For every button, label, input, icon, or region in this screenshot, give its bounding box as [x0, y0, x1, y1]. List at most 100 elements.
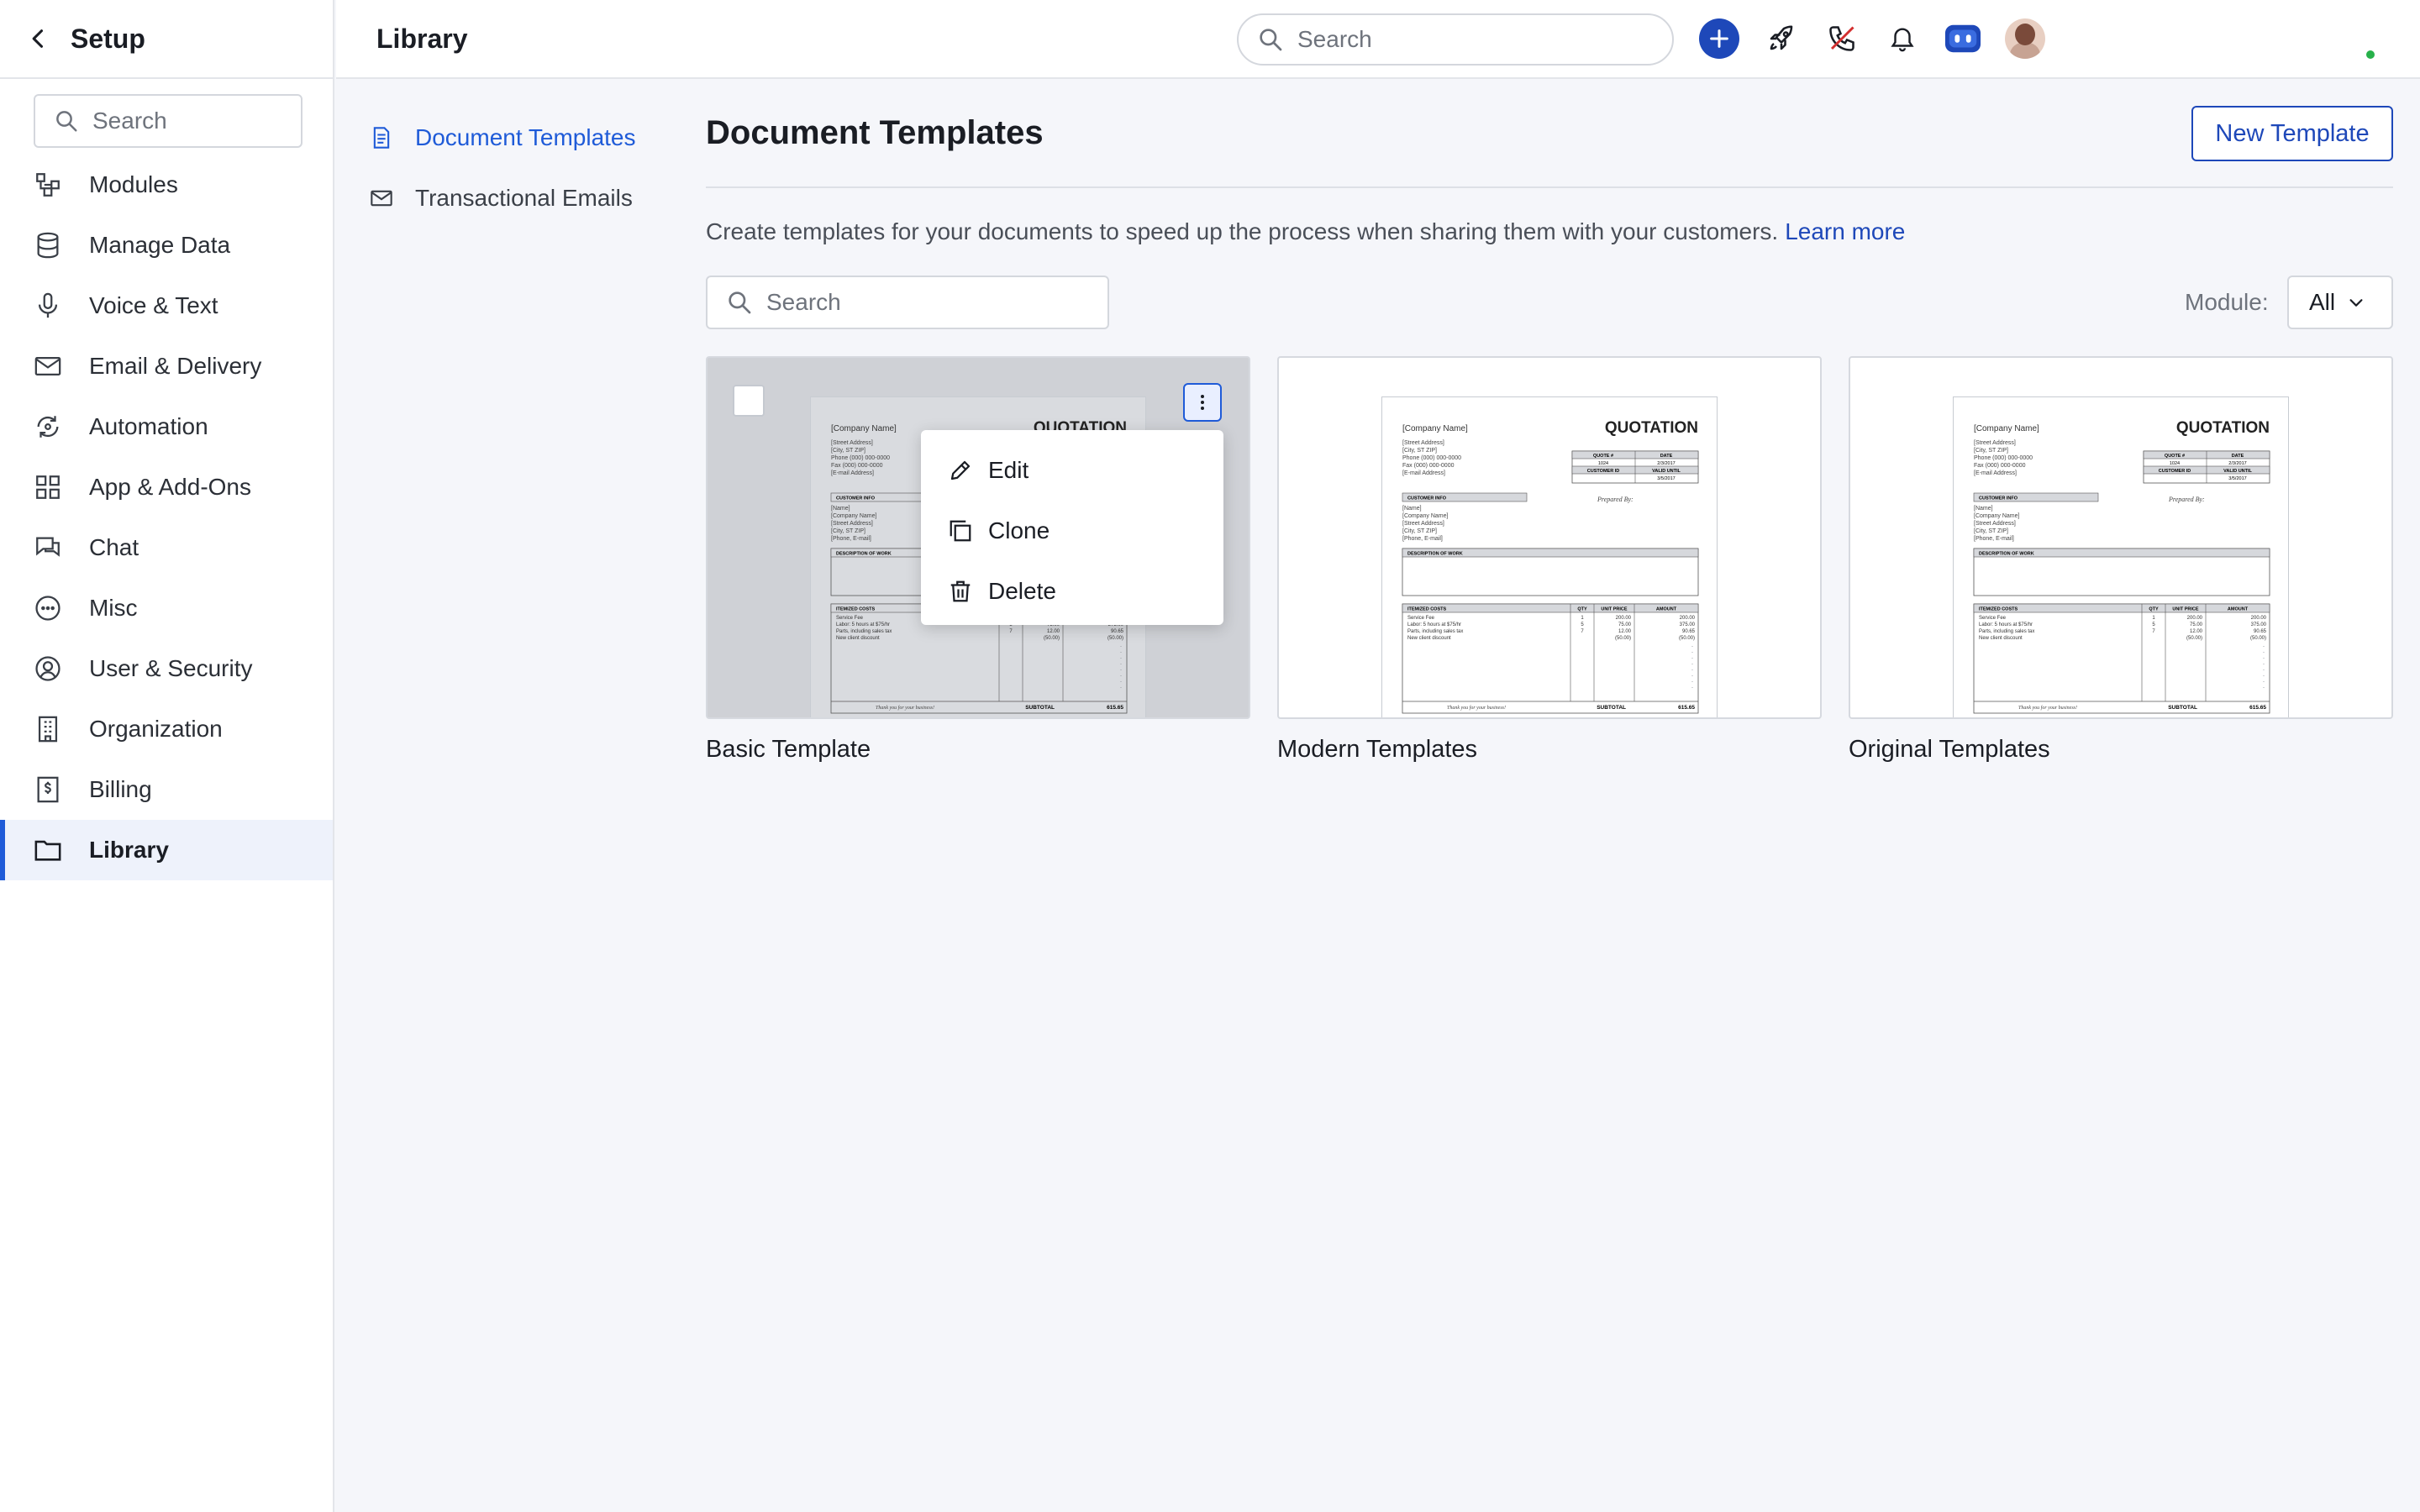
menu-item-delete[interactable]: Delete	[921, 561, 1223, 622]
sidebar-item-organization[interactable]: Organization	[0, 699, 333, 759]
module-filter-select[interactable]: All	[2287, 276, 2393, 329]
user-avatar[interactable]	[2005, 18, 2045, 59]
doc-item-placeholder-dash: -	[1120, 668, 1122, 673]
menu-item-clone[interactable]: Clone	[921, 501, 1223, 561]
doc-item-placeholder-dash: -	[1691, 674, 1693, 679]
menu-item-label: Clone	[988, 517, 1050, 543]
sidebar-item-email-delivery[interactable]: Email & Delivery	[0, 336, 333, 396]
template-card-modern[interactable]: [Company Name] QUOTATION [Street Address][…	[1277, 356, 1822, 764]
doc-item-unit-price: (50.00)	[2186, 636, 2202, 641]
header-divider	[706, 186, 2393, 188]
sidebar-item-app-addons[interactable]: App & Add-Ons	[0, 457, 333, 517]
menu-item-edit[interactable]: Edit	[921, 440, 1223, 501]
sidebar-search-placeholder: Search	[92, 108, 167, 134]
doc-customer-line: [Name]	[1974, 506, 1993, 512]
sidebar-item-manage-data[interactable]: Manage Data	[0, 215, 333, 276]
doc-item-unit-price: (50.00)	[1615, 636, 1631, 641]
doc-address-line: [Street Address]	[1402, 440, 1444, 446]
doc-quote-label: QUOTE #	[2165, 454, 2185, 459]
microphone-icon	[38, 292, 58, 318]
clone-icon	[950, 520, 971, 542]
doc-date-label: DATE	[2232, 454, 2244, 459]
doc-address-line: Phone (000) 000-0000	[1402, 455, 1461, 461]
sidebar-item-billing[interactable]: Billing	[0, 759, 333, 820]
doc-item-description: Labor: 5 hours at $75/hr	[836, 622, 890, 627]
doc-address-line: Phone (000) 000-0000	[1974, 455, 2033, 461]
sidebar-item-automation[interactable]: Automation	[0, 396, 333, 457]
module-filter-value: All	[2309, 289, 2336, 315]
sidebar-search-input[interactable]: Search	[34, 94, 302, 148]
sidebar-item-label: Organization	[89, 716, 223, 742]
doc-item-description: New client discount	[1979, 636, 2023, 641]
doc-heading: QUOTATION	[1605, 419, 1698, 437]
more-options-button[interactable]	[1183, 383, 1222, 422]
notifications-button[interactable]	[1884, 20, 1921, 57]
sidebar-item-user-security[interactable]: User & Security	[0, 638, 333, 699]
select-checkbox[interactable]	[733, 385, 765, 417]
template-search-input[interactable]: Search	[706, 276, 1109, 329]
sidebar-item-voice-text[interactable]: Voice & Text	[0, 276, 333, 336]
doc-thank-you: Thank you for your business!	[2018, 705, 2077, 711]
doc-address-line: [City, ST ZIP]	[831, 448, 865, 454]
template-thumbnail[interactable]: [Company Name] QUOTATION [Street Address][…	[1277, 356, 1822, 719]
doc-item-placeholder-dash: -	[1691, 656, 1693, 661]
global-search-input[interactable]: Search	[1237, 13, 1674, 66]
subnav-item-transactional-emails[interactable]: Transactional Emails	[370, 178, 636, 218]
doc-item-placeholder-dash: -	[2263, 656, 2265, 661]
doc-item-placeholder-dash: -	[2263, 680, 2265, 685]
new-template-button[interactable]: New Template	[2191, 106, 2393, 161]
sidebar-item-library[interactable]: Library	[0, 820, 333, 880]
envelope-icon	[371, 190, 392, 207]
rocket-button[interactable]	[1763, 20, 1800, 57]
template-name: Modern Templates	[1277, 736, 1478, 763]
doc-customer-id-label: CUSTOMER ID	[1587, 469, 1619, 474]
doc-customer-line: [City, ST ZIP]	[1974, 528, 2008, 534]
grid-icon	[36, 475, 60, 499]
learn-more-link[interactable]: Learn more	[1785, 218, 1905, 244]
template-card-original[interactable]: [Company Name] QUOTATION [Street Address][…	[1849, 356, 2393, 764]
doc-item-placeholder-dash: -	[1120, 685, 1122, 690]
doc-description-label: DESCRIPTION OF WORK	[1407, 552, 1463, 557]
phone-button[interactable]	[1823, 20, 1860, 57]
doc-address-line: [E-mail Address]	[1974, 470, 2017, 476]
modules-icon	[36, 173, 60, 197]
doc-item-placeholder-dash: -	[1120, 680, 1122, 685]
sidebar-item-chat[interactable]: Chat	[0, 517, 333, 578]
doc-item-amount: 90.65	[1111, 629, 1124, 634]
doc-item-placeholder-dash: -	[1691, 680, 1693, 685]
module-filter-label: Module:	[2185, 289, 2269, 315]
sidebar-item-label: Modules	[89, 171, 178, 197]
doc-customer-line: [Phone, E-mail]	[1974, 536, 2014, 542]
user-circle-icon	[35, 656, 60, 681]
chevron-down-icon	[2349, 299, 2363, 307]
assistant-button[interactable]	[1944, 20, 1981, 57]
back-arrow-icon[interactable]	[27, 27, 50, 50]
doc-company: [Company Name]	[1402, 424, 1468, 433]
doc-item-amount: 200.00	[2251, 616, 2267, 621]
quotation-preview: [Company Name] QUOTATION [Street Address][…	[1953, 396, 2289, 717]
doc-items-table	[1402, 603, 1699, 714]
billing-icon	[37, 776, 59, 803]
doc-customer-info-label: CUSTOMER INFO	[836, 496, 876, 501]
doc-item-unit-price: 75.00	[1618, 622, 1632, 627]
doc-item-qty: 1	[2152, 616, 2155, 621]
subnav-item-document-templates[interactable]: Document Templates	[370, 118, 636, 158]
subnav-item-label: Transactional Emails	[415, 185, 633, 211]
search-icon	[1260, 29, 1282, 51]
doc-date-value: 2/3/2017	[1657, 461, 1675, 466]
create-button[interactable]	[1699, 18, 1739, 59]
automation-icon	[37, 416, 59, 438]
quotation-document: [Company Name] QUOTATION[Street Address][…	[1973, 419, 2270, 714]
sidebar-item-modules[interactable]: Modules	[0, 155, 333, 215]
more-vertical-icon	[1201, 395, 1204, 410]
doc-item-placeholder-dash: -	[2263, 674, 2265, 679]
sidebar-item-label: Automation	[89, 413, 208, 439]
doc-item-description: Service Fee	[1979, 616, 2007, 621]
page-breadcrumb: Library	[376, 23, 468, 54]
sidebar-item-misc[interactable]: Misc	[0, 578, 333, 638]
doc-unit-price-label: UNIT PRICE	[1601, 607, 1628, 612]
bot-icon	[1944, 24, 1981, 53]
template-thumbnail[interactable]: [Company Name] QUOTATION [Street Address][…	[1849, 356, 2393, 719]
pencil-icon	[950, 460, 971, 480]
doc-item-qty: 7	[2152, 629, 2155, 634]
